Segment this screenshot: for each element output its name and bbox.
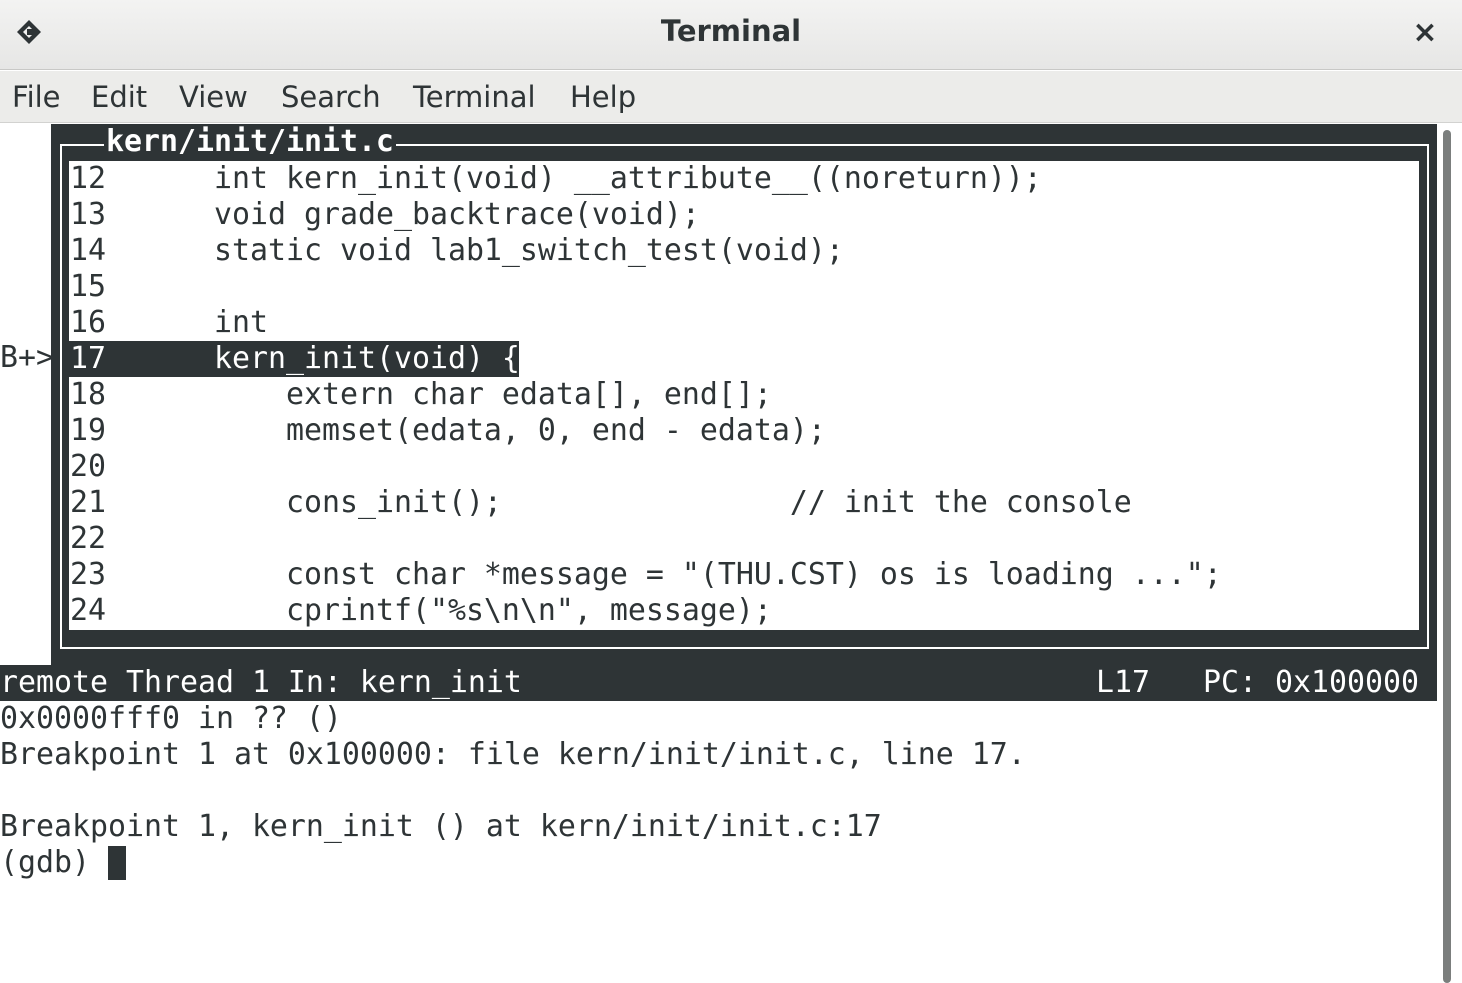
text-cursor (107, 846, 126, 880)
status-thread-info: remote Thread 1 In: kern_init (0, 665, 522, 700)
menu-view[interactable]: View (179, 80, 248, 114)
status-pc: PC: 0x100000 (1203, 665, 1419, 700)
menu-terminal[interactable]: Terminal (413, 80, 536, 114)
line-code: cprintf("%s\n\n", message); (214, 593, 772, 628)
line-number: 15 (70, 269, 106, 304)
menu-edit[interactable]: Edit (91, 80, 147, 114)
line-code: kern_init(void) { (214, 341, 520, 376)
line-number: 19 (70, 413, 106, 448)
line-number: 14 (70, 233, 106, 268)
menu-search[interactable]: Search (281, 80, 381, 114)
console-line: Breakpoint 1 at 0x100000: file kern/init… (0, 737, 1026, 772)
line-number: 23 (70, 557, 106, 592)
line-code: int (214, 305, 268, 340)
line-code: static void lab1_switch_test(void); (214, 233, 844, 268)
window-title: Terminal (660, 14, 802, 48)
console-line: 0x0000fff0 in ?? () (0, 701, 342, 736)
line-number: 24 (70, 593, 106, 628)
line-number: 17 (70, 341, 106, 376)
vertical-scrollbar[interactable] (1437, 124, 1462, 983)
line-number: 13 (70, 197, 106, 232)
line-number: 20 (70, 449, 106, 484)
console-line: Breakpoint 1, kern_init () at kern/init/… (0, 809, 882, 844)
line-code: cons_init(); // init the console (214, 485, 1132, 520)
line-number: 16 (70, 305, 106, 340)
gdb-status-line: remote Thread 1 In: kern_init L17 PC: 0x… (0, 665, 1437, 701)
line-number: 12 (70, 161, 106, 196)
line-code: memset(edata, 0, end - edata); (214, 413, 826, 448)
menu-bar: File Edit View Search Terminal Help (0, 71, 1462, 123)
source-window-title: kern/init/init.c (104, 124, 396, 160)
line-code: int kern_init(void) __attribute__((noret… (214, 161, 1042, 196)
breakpoint-marker: B+> (0, 340, 54, 375)
terminal-view[interactable]: kern/init/init.c B+> 12 int kern_init(vo… (0, 124, 1462, 983)
menu-help[interactable]: Help (570, 80, 636, 114)
close-icon[interactable]: × (1408, 16, 1442, 50)
line-number: 18 (70, 377, 106, 412)
line-number: 21 (70, 485, 106, 520)
status-line-number: L17 (1096, 665, 1150, 700)
gdb-prompt: (gdb) (0, 845, 108, 880)
menu-file[interactable]: File (12, 80, 61, 114)
line-code: const char *message = "(THU.CST) os is l… (214, 557, 1222, 592)
source-code-pane[interactable]: 12 int kern_init(void) __attribute__((no… (69, 161, 1419, 630)
line-number: 22 (70, 521, 106, 556)
title-bar: Terminal × (0, 0, 1462, 70)
gdb-prompt-line[interactable]: (gdb) (0, 845, 126, 881)
line-code: void grade_backtrace(void); (214, 197, 700, 232)
scrollbar-thumb[interactable] (1443, 130, 1451, 983)
line-code: extern char edata[], end[]; (214, 377, 772, 412)
